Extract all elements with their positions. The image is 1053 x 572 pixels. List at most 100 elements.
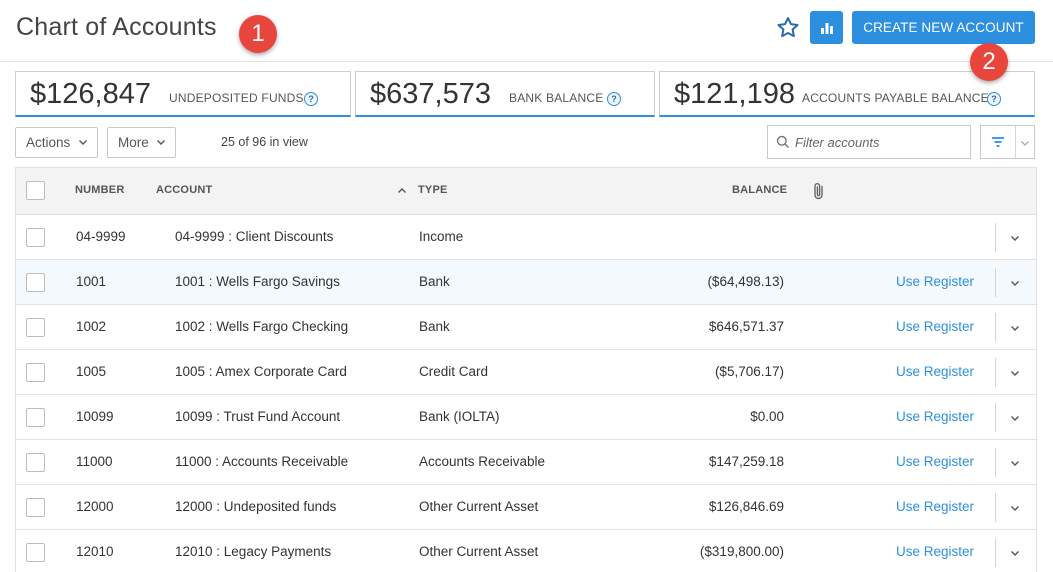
chevron-down-icon[interactable] xyxy=(1010,323,1020,333)
table-row[interactable]: 12000 12000 : Undeposited funds Other Curr… xyxy=(16,485,1036,530)
table-row[interactable]: 12010 12010 : Legacy Payments Other Curren… xyxy=(16,530,1036,572)
chevron-down-icon[interactable] xyxy=(1010,278,1020,288)
column-header-balance[interactable]: BALANCE xyxy=(732,184,787,196)
divider xyxy=(995,358,996,387)
row-checkbox[interactable] xyxy=(26,273,45,292)
chevron-down-icon xyxy=(1021,141,1029,146)
account-type: Bank xyxy=(419,274,450,289)
account-name[interactable]: 10099 : Trust Fund Account xyxy=(175,409,340,424)
use-register-link[interactable]: Use Register xyxy=(896,454,974,469)
account-balance: $126,846.69 xyxy=(708,499,784,514)
row-checkbox[interactable] xyxy=(26,318,45,337)
filter-accounts-input[interactable] xyxy=(795,133,965,151)
actions-label: Actions xyxy=(26,135,71,150)
account-number: 04-9999 xyxy=(76,229,126,244)
account-name[interactable]: 1002 : Wells Fargo Checking xyxy=(175,319,348,334)
account-number: 11000 xyxy=(76,454,113,469)
filter-options-button[interactable] xyxy=(980,125,1035,159)
stat-label: ACCOUNTS PAYABLE BALANCE xyxy=(802,91,989,105)
account-number: 12010 xyxy=(76,544,114,559)
use-register-link[interactable]: Use Register xyxy=(896,544,974,559)
chevron-down-icon[interactable] xyxy=(1010,368,1020,378)
chevron-down-icon xyxy=(157,140,165,145)
account-balance: $646,571.37 xyxy=(708,319,784,334)
help-icon[interactable]: ? xyxy=(607,92,621,106)
column-header-type[interactable]: TYPE xyxy=(418,184,448,196)
page-title: Chart of Accounts xyxy=(16,13,217,41)
use-register-link[interactable]: Use Register xyxy=(896,364,974,379)
stat-label: BANK BALANCE xyxy=(509,91,604,105)
view-count: 25 of 96 in view xyxy=(221,135,308,149)
create-new-account-button[interactable]: CREATE NEW ACCOUNT xyxy=(852,11,1035,44)
account-balance: ($319,800.00) xyxy=(699,544,784,559)
bar-chart-icon xyxy=(820,22,833,34)
account-number: 1001 xyxy=(76,274,107,289)
account-name[interactable]: 12010 : Legacy Payments xyxy=(175,544,331,559)
chevron-down-icon xyxy=(79,140,87,145)
column-header-account[interactable]: ACCOUNT xyxy=(156,184,212,196)
account-name[interactable]: 11000 : Accounts Receivable xyxy=(175,454,348,469)
use-register-link[interactable]: Use Register xyxy=(896,409,974,424)
account-type: Other Current Asset xyxy=(419,499,539,514)
account-type: Income xyxy=(419,229,464,244)
chevron-down-icon[interactable] xyxy=(1010,548,1020,558)
use-register-link[interactable]: Use Register xyxy=(896,499,974,514)
table-row[interactable]: 11000 11000 : Accounts Receivable Accounts… xyxy=(16,440,1036,485)
stat-label: UNDEPOSITED FUNDS xyxy=(169,91,304,105)
divider xyxy=(995,538,996,567)
row-checkbox[interactable] xyxy=(26,543,45,562)
row-checkbox[interactable] xyxy=(26,228,45,247)
divider xyxy=(995,403,996,432)
row-checkbox[interactable] xyxy=(26,363,45,382)
table-row[interactable]: 1005 1005 : Amex Corporate Card Credit Car… xyxy=(16,350,1036,395)
account-name[interactable]: 1005 : Amex Corporate Card xyxy=(175,364,347,379)
paperclip-icon xyxy=(814,183,823,200)
help-icon[interactable]: ? xyxy=(304,92,318,106)
chevron-down-icon[interactable] xyxy=(1010,458,1020,468)
divider xyxy=(995,223,996,252)
divider xyxy=(1015,126,1016,158)
favorite-star-icon[interactable] xyxy=(775,15,801,41)
stat-amount: $637,573 xyxy=(370,78,491,110)
account-type: Bank xyxy=(419,319,450,334)
account-name[interactable]: 1001 : Wells Fargo Savings xyxy=(175,274,340,289)
account-name[interactable]: 12000 : Undeposited funds xyxy=(175,499,336,514)
actions-dropdown[interactable]: Actions xyxy=(15,127,98,158)
divider xyxy=(995,493,996,522)
use-register-link[interactable]: Use Register xyxy=(896,274,974,289)
accounts-table: NUMBER ACCOUNT TYPE BALANCE 04-9999 04-99… xyxy=(15,167,1037,572)
stat-card-undeposited-funds: $126,847 UNDEPOSITED FUNDS ? xyxy=(15,71,351,117)
table-row[interactable]: 1001 1001 : Wells Fargo Savings Bank ($64,4… xyxy=(16,260,1036,305)
account-type: Bank (IOLTA) xyxy=(419,409,500,424)
account-balance: $147,259.18 xyxy=(708,454,784,469)
chevron-down-icon[interactable] xyxy=(1010,503,1020,513)
search-icon xyxy=(776,135,790,149)
more-dropdown[interactable]: More xyxy=(107,127,176,158)
row-checkbox[interactable] xyxy=(26,453,45,472)
reports-chart-button[interactable] xyxy=(810,11,843,44)
table-row[interactable]: 1002 1002 : Wells Fargo Checking Bank $646,… xyxy=(16,305,1036,350)
annotation-marker-1: 1 xyxy=(239,15,277,53)
row-checkbox[interactable] xyxy=(26,408,45,427)
account-number: 12000 xyxy=(76,499,114,514)
account-type: Accounts Receivable xyxy=(419,454,546,469)
account-type: Credit Card xyxy=(419,364,489,379)
help-icon[interactable]: ? xyxy=(987,92,1001,106)
account-balance: ($64,498.13) xyxy=(707,274,784,289)
sort-asc-icon[interactable] xyxy=(397,186,407,196)
use-register-link[interactable]: Use Register xyxy=(896,319,974,334)
chevron-down-icon[interactable] xyxy=(1010,233,1020,243)
account-number: 1005 xyxy=(76,364,107,379)
filter-accounts-field[interactable] xyxy=(767,125,971,159)
account-balance: ($5,706.17) xyxy=(714,364,784,379)
table-row[interactable]: 10099 10099 : Trust Fund Account Bank (IOL… xyxy=(16,395,1036,440)
account-name[interactable]: 04-9999 : Client Discounts xyxy=(175,229,333,244)
stat-amount: $126,847 xyxy=(30,78,151,110)
chevron-down-icon[interactable] xyxy=(1010,413,1020,423)
table-row[interactable]: 04-9999 04-9999 : Client Discounts Income xyxy=(16,215,1036,260)
select-all-checkbox[interactable] xyxy=(26,181,45,200)
column-header-number[interactable]: NUMBER xyxy=(75,184,124,196)
row-checkbox[interactable] xyxy=(26,498,45,517)
account-number: 1002 xyxy=(76,319,107,334)
account-number: 10099 xyxy=(76,409,114,424)
